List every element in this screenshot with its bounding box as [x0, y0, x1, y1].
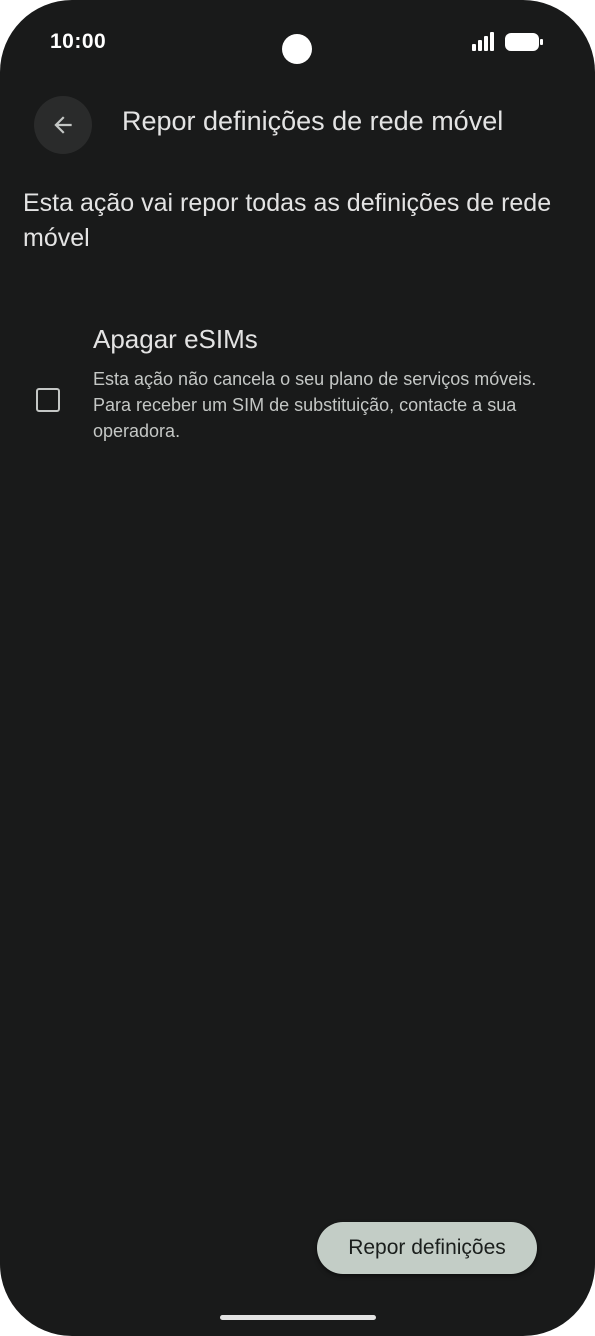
status-bar: 10:00: [0, 0, 595, 90]
back-button[interactable]: [34, 96, 92, 154]
phone-screen: 10:00 Repor definições de rede móvel Est…: [0, 0, 595, 1336]
option-title: Apagar eSIMs: [93, 324, 258, 354]
description-text: Esta ação vai repor todas as definições …: [23, 189, 552, 252]
app-bar: Repor definições de rede móvel: [0, 92, 595, 156]
erase-esims-option[interactable]: Apagar eSIMs Esta ação não cancela o seu…: [0, 316, 595, 456]
page-title: Repor definições de rede móvel: [122, 106, 504, 136]
reset-settings-button[interactable]: Repor definições: [317, 1222, 537, 1274]
erase-esims-checkbox[interactable]: [36, 388, 60, 412]
status-time: 10:00: [50, 30, 107, 53]
battery-icon: [505, 33, 543, 51]
home-indicator[interactable]: [220, 1315, 376, 1320]
option-summary: Esta ação não cancela o seu plano de ser…: [93, 369, 537, 441]
arrow-back-icon: [54, 116, 72, 134]
cell-signal-icon: [472, 32, 494, 51]
camera-cutout: [282, 34, 312, 64]
